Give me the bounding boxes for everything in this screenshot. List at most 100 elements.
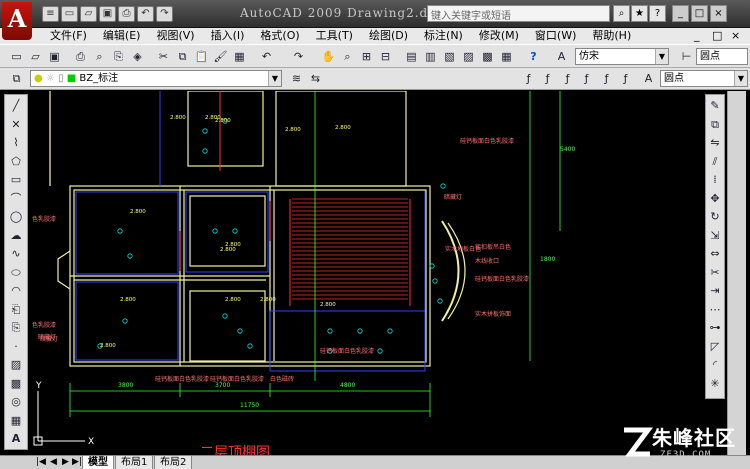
infocenter-icon[interactable]: ★	[631, 5, 648, 22]
doc-restore-icon[interactable]: □	[712, 28, 722, 44]
mtext-icon[interactable]: A	[7, 431, 25, 447]
move-icon[interactable]: ✥	[706, 191, 724, 207]
make-current-icon[interactable]: ≋	[288, 70, 305, 87]
multileader-icon[interactable]: A	[640, 70, 657, 87]
undo-icon[interactable]: ↶	[258, 48, 275, 65]
layer-manager-icon[interactable]: ⧉	[8, 70, 25, 87]
markup-icon[interactable]: ▩	[479, 48, 496, 65]
block-editor-icon[interactable]: ▦	[231, 48, 248, 65]
dim-ordinate-icon[interactable]: ƒ	[578, 70, 595, 87]
scale-icon[interactable]: ⇲	[706, 228, 724, 244]
explode-icon[interactable]: ✳	[706, 376, 724, 392]
text-style-select[interactable]: 仿宋 ▼	[575, 48, 669, 65]
print-icon[interactable]: ⎙	[118, 6, 135, 22]
doc-close-icon[interactable]: ×	[731, 28, 740, 44]
layer-previous-icon[interactable]: ⇆	[307, 70, 324, 87]
tab-prev-icon[interactable]: ◀	[50, 457, 57, 467]
dim-diameter-icon[interactable]: ƒ	[617, 70, 634, 87]
polygon-icon[interactable]: ⬠	[7, 154, 25, 170]
tab-first-icon[interactable]: |◀	[36, 457, 46, 467]
menu-item-2[interactable]: 视图(V)	[148, 28, 202, 44]
open-icon[interactable]: ▱	[27, 48, 44, 65]
drawing-canvas[interactable]: 硅钙板面白色乳胶漆 色乳胶漆 暗藏灯 色乳胶漆 暗藏灯 铝扣板吊白色 木线收口 硅钙板面白色乳…	[30, 91, 722, 457]
layer-select[interactable]: ● ☼ ▯ ■ BZ_标注 ▼	[30, 70, 282, 87]
autocad-logo[interactable]: A	[2, 2, 32, 40]
menu-item-7[interactable]: 标注(N)	[416, 28, 471, 44]
tab-last-icon[interactable]: ▶|	[72, 457, 82, 467]
rotate-icon[interactable]: ↻	[706, 209, 724, 225]
search-icon[interactable]: ⌕	[613, 5, 630, 22]
close-icon[interactable]: ×	[710, 5, 727, 22]
line-icon[interactable]: ╱	[7, 98, 25, 114]
region-icon[interactable]: ◎	[7, 394, 25, 410]
3d-dwf-icon[interactable]: ◈	[129, 48, 146, 65]
vertical-scrollbar[interactable]	[727, 91, 746, 457]
dim-radius-icon[interactable]: ƒ	[598, 70, 615, 87]
properties-icon[interactable]: ▤	[403, 48, 420, 65]
redo-icon[interactable]: ↷	[156, 6, 173, 22]
save-icon[interactable]: ▣	[46, 48, 63, 65]
spline-icon[interactable]: ∿	[7, 246, 25, 262]
quickcalc-icon[interactable]: ▦	[498, 48, 515, 65]
copy-object-icon[interactable]: ⧉	[706, 117, 724, 133]
tool-palettes-icon[interactable]: ▧	[441, 48, 458, 65]
zoom-window-icon[interactable]: ⊞	[358, 48, 375, 65]
qnew-icon[interactable]: ▭	[8, 48, 25, 65]
menu-item-8[interactable]: 修改(M)	[471, 28, 527, 44]
save-icon[interactable]: ▣	[99, 6, 116, 22]
menu-item-4[interactable]: 格式(O)	[252, 28, 307, 44]
break-icon[interactable]: ⋯	[706, 302, 724, 318]
arc-icon[interactable]: ⌒	[7, 191, 25, 207]
menu-item-6[interactable]: 绘图(D)	[361, 28, 416, 44]
plot-preview-icon[interactable]: ⌕	[91, 48, 108, 65]
stretch-icon[interactable]: ⇔	[706, 246, 724, 262]
join-icon[interactable]: ⊶	[706, 320, 724, 336]
dim-style-select[interactable]: 圆点	[696, 48, 748, 65]
design-center-icon[interactable]: ▥	[422, 48, 439, 65]
open-icon[interactable]: ▱	[80, 6, 97, 22]
zoom-realtime-icon[interactable]: ⌕	[339, 48, 356, 65]
tab-next-icon[interactable]: ▶	[62, 457, 69, 467]
pan-icon[interactable]: ✋	[320, 48, 337, 65]
extend-icon[interactable]: ⇥	[706, 283, 724, 299]
polyline-icon[interactable]: ⌇	[7, 135, 25, 151]
hatch-icon[interactable]: ▨	[7, 357, 25, 373]
plot-icon[interactable]: ⎙	[72, 48, 89, 65]
new-icon[interactable]: ▭	[61, 6, 78, 22]
paste-icon[interactable]: 📋	[193, 48, 210, 65]
menu-item-9[interactable]: 窗口(W)	[527, 28, 584, 44]
match-properties-icon[interactable]: 🖌	[212, 48, 229, 65]
ellipse-icon[interactable]: ⬭	[7, 265, 25, 281]
chamfer-icon[interactable]: ◸	[706, 339, 724, 355]
menu-item-5[interactable]: 工具(T)	[308, 28, 361, 44]
maximize-icon[interactable]: □	[691, 5, 708, 22]
cut-icon[interactable]: ✂	[155, 48, 172, 65]
fillet-icon[interactable]: ◜	[706, 357, 724, 373]
undo-icon[interactable]: ↶	[137, 6, 154, 22]
help-icon[interactable]: ?	[525, 48, 542, 65]
copy-icon[interactable]: ⧉	[174, 48, 191, 65]
construction-line-icon[interactable]: ✕	[7, 117, 25, 133]
revcloud-icon[interactable]: ☁	[7, 228, 25, 244]
dim-style-icon[interactable]: ⊢	[678, 48, 695, 65]
menu-item-10[interactable]: 帮助(H)	[584, 28, 639, 44]
table-icon[interactable]: ▦	[7, 413, 25, 429]
array-icon[interactable]: ⁞	[706, 172, 724, 188]
trim-icon[interactable]: ✂	[706, 265, 724, 281]
text-style-icon[interactable]: A	[553, 48, 570, 65]
circle-icon[interactable]: ◯	[7, 209, 25, 225]
dim-aligned-icon[interactable]: ƒ	[539, 70, 556, 87]
menu-item-3[interactable]: 插入(I)	[203, 28, 253, 44]
zoom-previous-icon[interactable]: ⊟	[377, 48, 394, 65]
make-block-icon[interactable]: ⎘	[7, 320, 25, 336]
search-input[interactable]: 键入关键字或短语	[427, 5, 610, 22]
dim-style-select-2[interactable]: 圆点 ▼	[660, 70, 748, 87]
insert-block-icon[interactable]: ⎗	[7, 302, 25, 318]
dim-linear-icon[interactable]: ƒ	[520, 70, 537, 87]
doc-minimize-icon[interactable]: _	[694, 28, 700, 44]
sheet-set-icon[interactable]: ▨	[460, 48, 477, 65]
menu-item-1[interactable]: 编辑(E)	[95, 28, 149, 44]
menu-item-0[interactable]: 文件(F)	[42, 28, 95, 44]
redo-icon[interactable]: ↷	[290, 48, 307, 65]
menu-browser-icon[interactable]: ≡	[42, 6, 59, 22]
